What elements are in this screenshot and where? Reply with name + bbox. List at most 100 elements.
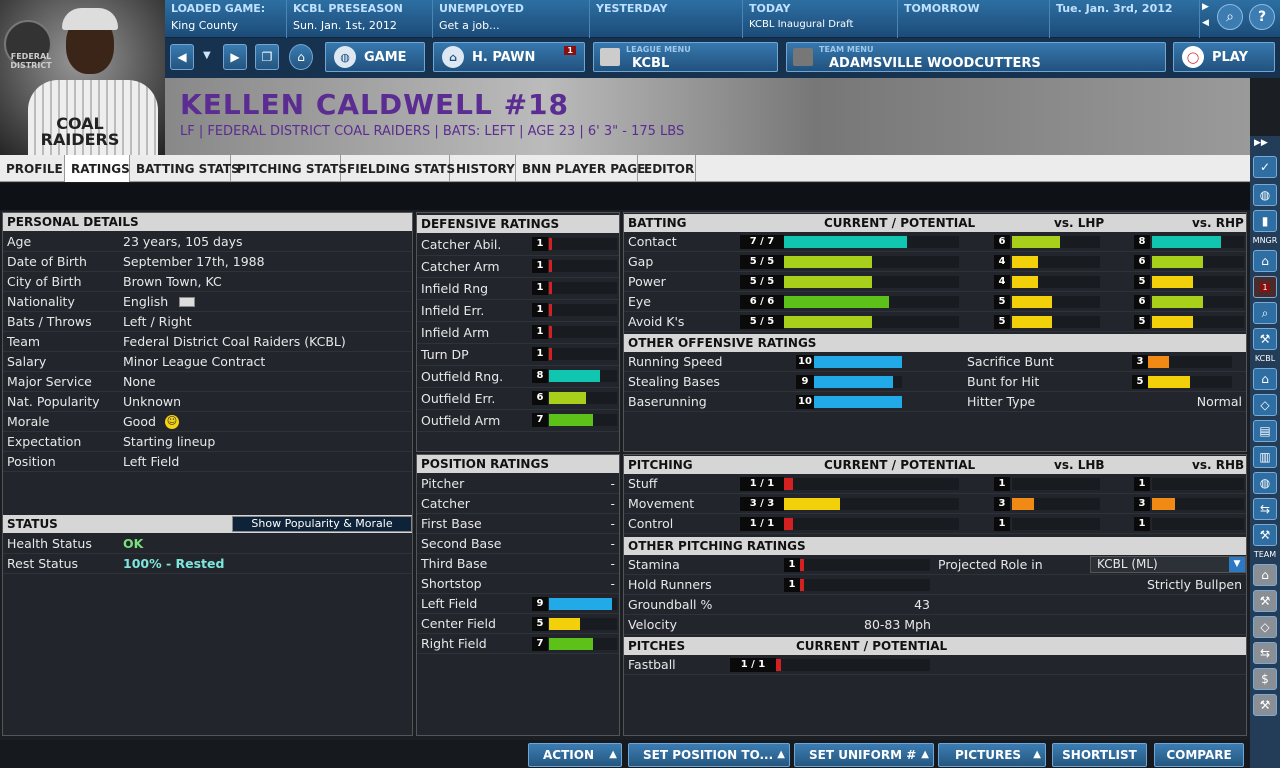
finances-icon[interactable]: $ [1253, 668, 1277, 690]
stealing-bases-bar [814, 376, 902, 388]
personal-value: Good [123, 414, 156, 429]
show-popularity-button[interactable]: Show Popularity & Morale [232, 516, 412, 532]
compare-button[interactable]: COMPARE [1154, 743, 1244, 767]
date-up-icon[interactable]: ▶ [1202, 2, 1209, 12]
defensive-row: Outfield Rng. 8 [417, 366, 619, 388]
globe-icon: ◍ [334, 46, 356, 68]
tab-fielding-stats[interactable]: FIELDING STATS [341, 155, 455, 182]
batting-label: Gap [628, 254, 654, 269]
batting-title-text: BATTING [628, 216, 687, 230]
team-menu-button[interactable]: TEAM MENU ADAMSVILLE WOODCUTTERS [786, 42, 1166, 72]
human-pawn-label: H. PAWN [472, 49, 536, 65]
rest-status-row: Rest Status 100% - Rested [3, 554, 412, 574]
hitter-type-label: Hitter Type [967, 394, 1036, 409]
yesterday-cell[interactable]: YESTERDAY [590, 0, 743, 38]
tab-bnn-player-page[interactable]: BNN PLAYER PAGE [516, 155, 645, 182]
position-ratings-panel: POSITION RATINGS Pitcher - Catcher - First B… [416, 454, 620, 736]
tab-history[interactable]: HISTORY [450, 155, 516, 182]
help-icon[interactable]: ? [1249, 4, 1275, 30]
team-home-icon[interactable]: ⌂ [1253, 564, 1277, 586]
bookmark-icon[interactable]: ❐ [255, 44, 279, 70]
set-position-button[interactable]: SET POSITION TO... ▲ [628, 743, 790, 767]
today-cell[interactable]: TODAY KCBL Inaugural Draft [743, 0, 898, 38]
position-row: Second Base - [417, 534, 619, 554]
diamond-icon[interactable]: ◇ [1253, 394, 1277, 416]
tab-ratings[interactable]: RATINGS [65, 155, 130, 182]
tab-profile[interactable]: PROFILE [0, 155, 65, 182]
projected-role-select[interactable]: KCBL (ML) ▼ [1090, 556, 1246, 573]
tab-pitching-stats[interactable]: PITCHING STATS [231, 155, 347, 182]
tab-editor[interactable]: EDITOR [638, 155, 696, 182]
batting-current-potential-value: 5 / 5 [740, 315, 784, 329]
standings-icon[interactable]: ▤ [1253, 420, 1277, 442]
league-menu-button[interactable]: LEAGUE MENU KCBL [593, 42, 778, 72]
team-logo-small-icon [793, 48, 813, 66]
batting-vs-rhp-value: 8 [1134, 235, 1150, 249]
batting-vs-lhp-header: vs. LHP [1054, 216, 1105, 230]
team-section-label: TEAM [1253, 550, 1277, 559]
book-icon[interactable]: ▮ [1253, 210, 1277, 232]
mail-icon[interactable]: 1 [1253, 276, 1277, 298]
back-icon[interactable]: ◀ [170, 44, 194, 70]
personal-row: Date of Birth September 17th, 1988 [3, 252, 412, 272]
home-icon[interactable]: ⌂ [289, 44, 313, 70]
position-label: Second Base [421, 536, 502, 551]
league-home-icon[interactable]: ⌂ [1253, 368, 1277, 390]
tomorrow-cell[interactable]: TOMORROW [898, 0, 1050, 38]
globe-sidebar-icon[interactable]: ◍ [1253, 184, 1277, 206]
batting-vs-lhp-value: 4 [994, 255, 1010, 269]
set-uniform-button[interactable]: SET UNIFORM # ▲ [794, 743, 934, 767]
tools-icon[interactable]: ⚒ [1253, 524, 1277, 546]
bunt-for-hit-value: 5 [1132, 375, 1148, 389]
ball-icon[interactable]: ◍ [1253, 472, 1277, 494]
personal-label: Team [7, 334, 41, 349]
wrench-icon[interactable]: ⚒ [1253, 328, 1277, 350]
tab-batting-stats[interactable]: BATTING STATS [130, 155, 240, 182]
search-icon[interactable]: ⌕ [1217, 4, 1243, 30]
kcbl-section-label: KCBL [1254, 354, 1276, 363]
baserunning-bar [814, 396, 902, 408]
batting-label: Power [628, 274, 666, 289]
employment-cell[interactable]: UNEMPLOYED Get a job... [433, 0, 590, 38]
manager-home-icon[interactable]: ⌂ [1253, 250, 1277, 272]
pitches-title: PITCHES CURRENT / POTENTIAL [624, 637, 1246, 655]
player-name: KELLEN CALDWELL #18 [180, 88, 569, 121]
action-button[interactable]: ACTION ▲ [528, 743, 622, 767]
game-menu-button[interactable]: ◍ GAME [325, 42, 425, 72]
transactions-icon[interactable]: ⇆ [1253, 498, 1277, 520]
loaded-game-label: LOADED GAME: [171, 2, 266, 15]
position-rating-value: 7 [532, 637, 548, 651]
yesterday-label: YESTERDAY [596, 2, 668, 15]
season-cell[interactable]: KCBL PRESEASON Sun. Jan. 1st, 2012 [287, 0, 433, 38]
bar-chart-icon[interactable]: ▥ [1253, 446, 1277, 468]
pitching-current-potential-bar-fill [784, 478, 793, 490]
loaded-game-cell[interactable]: LOADED GAME: King County [165, 0, 287, 38]
checkmark-icon[interactable]: ✓ [1253, 156, 1277, 178]
roster-icon[interactable]: ⚒ [1253, 590, 1277, 612]
forward-icon[interactable]: ▶ [223, 44, 247, 70]
mngr-section-label: MNGR [1252, 236, 1278, 245]
pitching-title: PITCHING CURRENT / POTENTIAL vs. LHB vs.… [624, 456, 1246, 474]
batting-current-potential-bar-fill [784, 276, 872, 288]
defensive-label: Catcher Arm [421, 259, 500, 274]
team-transactions-icon[interactable]: ⇆ [1253, 642, 1277, 664]
personal-label: Major Service [7, 374, 92, 389]
shortlist-button[interactable]: SHORTLIST [1052, 743, 1147, 767]
history-dropdown-icon[interactable]: ▼ [203, 50, 211, 61]
expand-icon[interactable]: ▶▶ [1254, 138, 1268, 148]
season-value: Sun. Jan. 1st, 2012 [293, 19, 397, 32]
position-value: - [610, 536, 615, 551]
team-diamond-icon[interactable]: ◇ [1253, 616, 1277, 638]
play-button[interactable]: ◯ PLAY [1173, 42, 1275, 72]
sacrifice-bunt-bar [1148, 356, 1232, 368]
hold-runners-bar [800, 579, 930, 591]
team-tools-icon[interactable]: ⚒ [1253, 694, 1277, 716]
team-logo-text: FEDERAL DISTRICT [10, 52, 52, 70]
search-sidebar-icon[interactable]: ⌕ [1253, 302, 1277, 324]
date-down-icon[interactable]: ◀ [1202, 18, 1209, 28]
human-pawn-button[interactable]: ⌂ H. PAWN 1 [433, 42, 585, 72]
pictures-button[interactable]: PICTURES ▲ [938, 743, 1046, 767]
date-cell[interactable]: Tue. Jan. 3rd, 2012 [1050, 0, 1200, 38]
dropdown-arrow-icon: ▼ [1229, 557, 1245, 572]
defensive-rating-bar-fill [549, 392, 587, 404]
